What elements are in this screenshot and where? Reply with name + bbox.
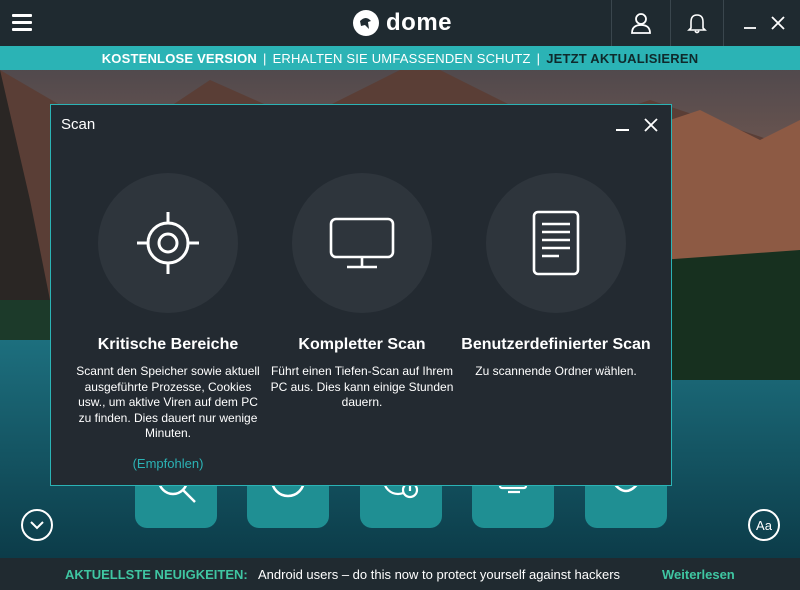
logo-mark-icon <box>353 10 379 36</box>
monitor-icon <box>329 217 395 269</box>
news-label: AKTUELLSTE NEUIGKEITEN: <box>65 567 248 582</box>
dialog-close-button[interactable] <box>643 117 659 133</box>
hamburger-icon <box>12 14 32 17</box>
dialog-body: Kritische Bereiche Scannt den Speicher s… <box>51 147 671 485</box>
title-bar: dome <box>0 0 800 46</box>
hamburger-icon-line <box>12 28 32 31</box>
promo-separator: | <box>262 50 267 66</box>
notifications-button[interactable] <box>671 0 723 46</box>
promo-separator: | <box>536 50 541 66</box>
news-headline-link[interactable]: Android users – do this now to protect y… <box>258 567 620 582</box>
option-description: Scannt den Speicher sowie aktuell ausgef… <box>76 364 260 440</box>
option-description: Führt einen Tiefen-Scan auf Ihrem PC aus… <box>270 364 454 409</box>
recommended-label[interactable]: (Empfohlen) <box>71 456 265 471</box>
promo-full-protection: ERHALTEN SIE UMFASSENDEN SCHUTZ <box>272 50 531 66</box>
option-icon-circle <box>98 173 238 313</box>
chevron-down-icon <box>30 521 44 530</box>
option-icon-circle <box>292 173 432 313</box>
option-title: Kompletter Scan <box>298 336 426 353</box>
news-bar: AKTUELLSTE NEUIGKEITEN: Android users – … <box>0 558 800 590</box>
option-title: Kritische Bereiche <box>97 336 239 353</box>
option-title: Benutzerdefinierter Scan <box>461 336 651 353</box>
scan-option-custom-scan[interactable]: Benutzerdefinierter Scan Zu scannende Or… <box>459 147 653 380</box>
read-more-link[interactable]: Weiterlesen <box>662 567 735 582</box>
titlebar-divider <box>723 0 724 46</box>
dialog-title: Scan <box>61 116 96 133</box>
document-icon <box>532 210 580 276</box>
hamburger-icon-line <box>12 21 32 24</box>
window-close-button[interactable] <box>766 0 790 46</box>
app-logo: dome <box>352 9 452 37</box>
font-size-button[interactable]: Aa <box>748 509 780 541</box>
expand-panel-button[interactable] <box>21 509 53 541</box>
close-icon <box>644 118 658 132</box>
close-icon <box>771 16 785 30</box>
user-icon <box>631 13 651 34</box>
account-button[interactable] <box>612 0 670 46</box>
promo-free-version: KOSTENLOSE VERSION <box>101 50 257 66</box>
dialog-minimize-button[interactable] <box>616 117 630 131</box>
scan-dialog: Scan Kritische Bereiche Scannt den Speic… <box>50 104 672 486</box>
option-icon-circle <box>486 173 626 313</box>
font-size-label: Aa <box>756 517 772 533</box>
promo-banner: KOSTENLOSE VERSION | ERHALTEN SIE UMFASS… <box>0 46 800 70</box>
hamburger-menu-button[interactable] <box>12 14 32 32</box>
logo-text: dome <box>386 9 453 36</box>
upgrade-now-link[interactable]: JETZT AKTUALISIEREN <box>546 51 698 66</box>
crosshair-icon <box>137 212 199 274</box>
minimize-icon <box>744 27 756 29</box>
window-minimize-button[interactable] <box>738 0 762 46</box>
scan-option-full-scan[interactable]: Kompletter Scan Führt einen Tiefen-Scan … <box>265 147 459 411</box>
bell-icon <box>687 14 707 34</box>
option-description: Zu scannende Ordner wählen. <box>475 364 637 378</box>
scan-option-critical-areas[interactable]: Kritische Bereiche Scannt den Speicher s… <box>71 147 265 471</box>
